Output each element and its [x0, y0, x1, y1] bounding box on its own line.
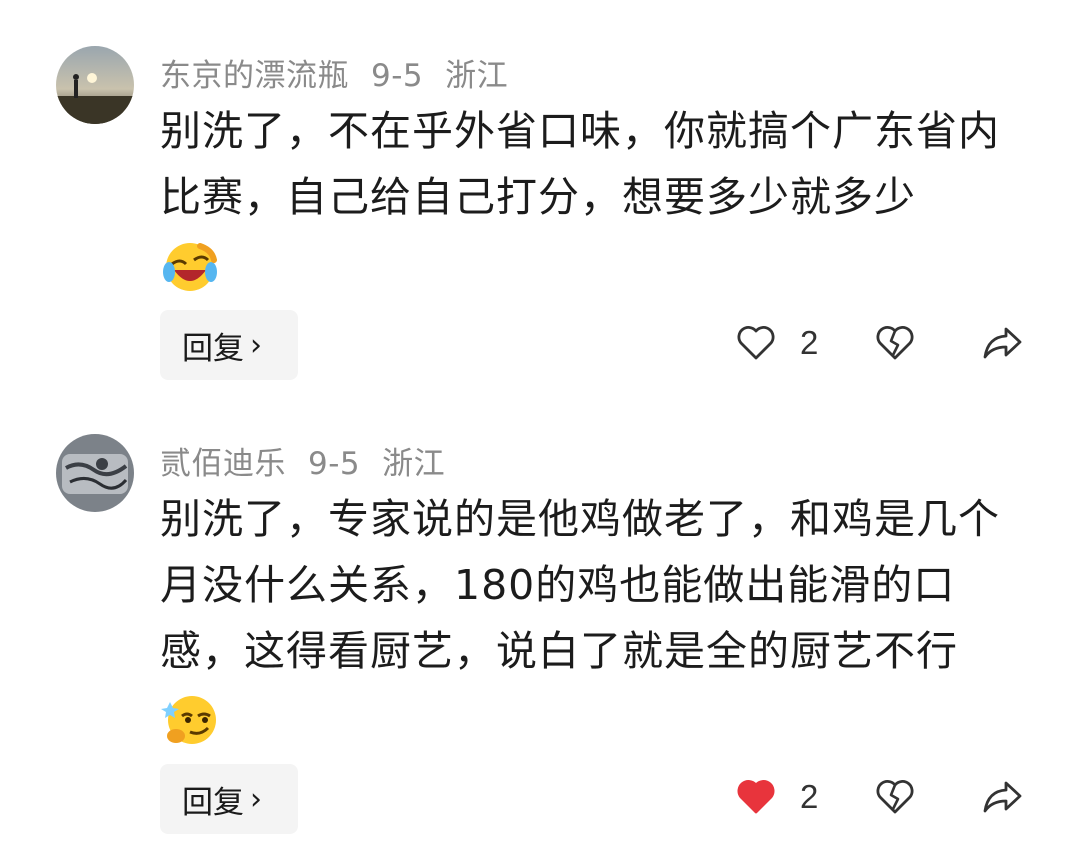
- comment-location: 浙江: [445, 58, 509, 94]
- dislike-button[interactable]: [875, 323, 915, 363]
- avatar[interactable]: [56, 46, 134, 124]
- reply-label: 回复: [182, 330, 244, 367]
- username[interactable]: 贰佰迪乐: [160, 446, 286, 482]
- dislike-button[interactable]: [875, 777, 915, 817]
- smug-thinking-emoji-icon: [160, 690, 226, 750]
- reply-button[interactable]: 回复 ›: [160, 310, 298, 380]
- like-button[interactable]: 2: [736, 323, 818, 363]
- broken-heart-icon: [876, 326, 914, 360]
- comment-text: 别洗了，专家说的是他鸡做老了，和鸡是几个月没什么关系，180的鸡也能做出能滑的口…: [160, 486, 1000, 750]
- share-button[interactable]: [980, 777, 1024, 817]
- comment-text: 别洗了，不在乎外省口味，你就搞个广东省内比赛，自己给自己打分，想要多少就多少: [160, 98, 1000, 296]
- chevron-right-icon: ›: [250, 327, 262, 363]
- comment-body: 别洗了，专家说的是他鸡做老了，和鸡是几个月没什么关系，180的鸡也能做出能滑的口…: [160, 495, 1000, 675]
- comment-meta: 贰佰迪乐 9-5 浙江: [160, 438, 467, 483]
- comment-date: 9-5: [371, 58, 424, 94]
- comment-body: 别洗了，不在乎外省口味，你就搞个广东省内比赛，自己给自己打分，想要多少就多少: [160, 107, 1000, 221]
- reply-button[interactable]: 回复 ›: [160, 764, 298, 834]
- comment-meta: 东京的漂流瓶 9-5 浙江: [160, 50, 530, 95]
- heart-filled-icon: [737, 780, 775, 814]
- like-button[interactable]: 2: [736, 777, 818, 817]
- broken-heart-icon: [876, 780, 914, 814]
- avatar[interactable]: [56, 434, 134, 512]
- username[interactable]: 东京的漂流瓶: [160, 58, 349, 94]
- share-arrow-icon: [983, 327, 1022, 359]
- comment-date: 9-5: [308, 446, 361, 482]
- share-button[interactable]: [980, 323, 1024, 363]
- comment-location: 浙江: [382, 446, 446, 482]
- like-count: 2: [800, 324, 819, 361]
- share-arrow-icon: [983, 781, 1022, 813]
- heart-outline-icon: [737, 326, 775, 360]
- chevron-right-icon: ›: [250, 781, 262, 817]
- reply-label: 回复: [182, 784, 244, 821]
- laughing-crying-emoji-icon: [160, 236, 226, 296]
- like-count: 2: [800, 778, 819, 815]
